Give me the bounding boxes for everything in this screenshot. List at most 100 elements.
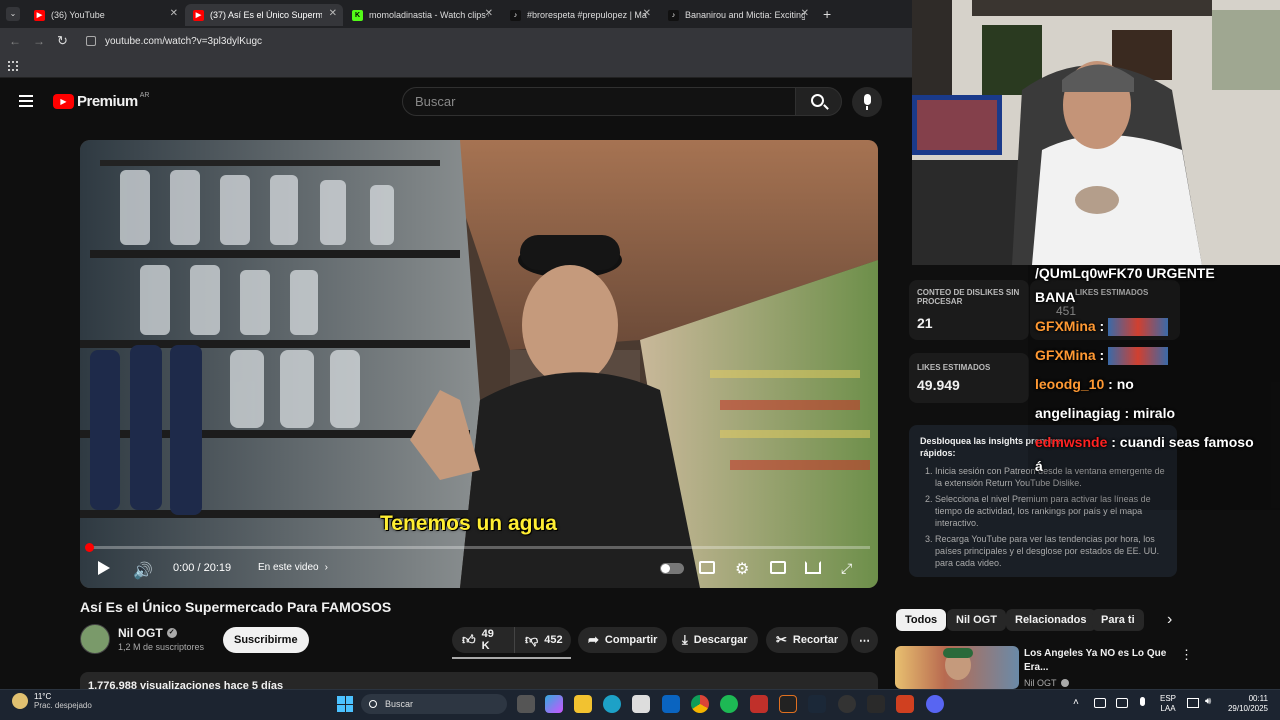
outlook-icon[interactable] [662,695,680,713]
weather-desc: Prac. despejado [34,701,92,710]
more-vertical-icon[interactable]: ⋮ [1180,647,1193,663]
menu-icon[interactable] [19,95,33,107]
app-icon[interactable] [779,695,797,713]
back-icon[interactable]: ← [9,34,21,48]
subtitles-icon[interactable] [699,561,715,574]
download-icon: ⤓ [682,632,688,647]
fullscreen-icon[interactable]: ⤢ [841,560,852,577]
recommended-thumbnail[interactable] [895,646,1019,689]
chat-username: edmwsnde [1035,434,1108,450]
new-tab-button[interactable]: + [823,6,831,22]
chip-for-you[interactable]: Para ti [1092,609,1144,631]
chevron-right-icon[interactable]: › [1167,611,1172,629]
spotify-icon[interactable] [720,695,738,713]
chrome-icon[interactable] [691,695,709,713]
close-tab-icon[interactable]: ✕ [170,8,178,19]
youtube-logo[interactable]: ▶ Premium AR [53,92,149,110]
chat-text: : miralo [1120,405,1176,421]
tray-icon[interactable] [1094,698,1106,708]
dislike-button[interactable]: 👎︎ 452 [514,627,571,653]
copilot-icon[interactable] [545,695,563,713]
volume-icon[interactable]: 🔊 [133,561,153,581]
windows-start-icon[interactable] [337,696,353,712]
like-button[interactable]: 👍︎ 49 K [452,627,514,653]
voice-search-button[interactable] [852,87,882,117]
app-icon[interactable] [838,695,856,713]
channel-name[interactable]: Nil OGT ✓ [118,626,177,640]
reload-icon[interactable]: ↻ [57,33,68,49]
thumbs-down-icon: 👎︎ [525,632,539,647]
share-button[interactable]: ➦ Compartir [578,627,668,653]
chip-related[interactable]: Relacionados [1006,609,1096,631]
recommended-title[interactable]: Los Angeles Ya NO es Lo Que Era... [1024,647,1174,675]
browser-tab[interactable]: ▶ (36) YouTube ✕ [26,4,184,26]
chat-emote [1108,318,1169,337]
clip-label: Recortar [792,634,839,646]
cast-icon[interactable] [805,561,821,574]
miniplayer-icon[interactable] [770,561,786,574]
video-player[interactable]: Tenemos un agua 🔊 0:00 / 20:19 En este v… [80,140,878,588]
weather-widget[interactable]: 11°C Prac. despejado [12,692,92,710]
estimated-likes-card: LIKES ESTIMADOS 49.949 [909,353,1029,403]
time-display: 0:00 / 20:19 [173,562,232,574]
microphone-icon[interactable] [1140,697,1145,706]
progress-scrubber[interactable] [85,543,94,552]
chip-channel[interactable]: Nil OGT [947,609,1006,631]
download-button[interactable]: ⤓ Descargar [672,627,758,653]
chapter-button[interactable]: En este video › [258,562,328,573]
chat-text: /QUmLq0wFK70 URGENTE [1035,265,1215,281]
apps-grid-icon[interactable] [8,61,18,71]
channel-avatar[interactable] [80,624,110,654]
app-icon[interactable] [750,695,768,713]
network-icon[interactable] [1187,698,1199,708]
chat-message: edmwsnde : cuandi seas famoso [1035,434,1254,450]
steam-icon[interactable] [808,695,826,713]
play-icon[interactable] [98,561,110,575]
clock[interactable]: 00:11 29/10/2025 [1222,694,1268,714]
volume-icon[interactable]: 🔊︎ [1205,696,1211,707]
download-label: Descargar [693,634,748,646]
progress-bar[interactable] [85,543,870,552]
language-indicator[interactable]: ESP LAA [1160,694,1176,714]
search-button[interactable] [795,87,842,116]
search-input[interactable]: Buscar [402,87,796,116]
autoplay-toggle[interactable] [660,563,684,574]
chat-message: /QUmLq0wFK70 URGENTE [1035,265,1215,281]
clip-button[interactable]: ✂ Recortar [766,627,849,653]
taskbar-search[interactable]: Buscar [361,694,507,714]
task-view-icon[interactable] [517,695,535,713]
url-field[interactable]: youtube.com/watch?v=3pl3dylKugc [105,36,262,47]
browser-tab[interactable]: K momoladinastia - Watch clips o ✕ [344,4,499,26]
more-actions-button[interactable]: ⋯ [851,627,878,653]
edge-icon[interactable] [603,695,621,713]
file-explorer-icon[interactable] [574,695,592,713]
subscribe-button[interactable]: Suscribirme [223,627,309,653]
chip-todos[interactable]: Todos [896,609,947,631]
chevron-up-icon[interactable]: ˄ [1073,697,1079,708]
browser-tab[interactable]: ♪ #brorespeta #prepulopez | Mar ✕ [502,4,657,26]
tab-list-chevron-icon[interactable]: ⌄ [6,7,20,21]
close-tab-icon[interactable]: ✕ [485,8,493,19]
forward-icon[interactable]: → [33,34,45,48]
scissors-icon: ✂ [776,632,787,647]
discord-icon[interactable] [926,695,944,713]
browser-tab-active[interactable]: ▶ (37) Así Es el Único Supermercado ✕ [185,4,343,26]
close-tab-icon[interactable]: ✕ [329,8,337,19]
chat-message: á [1035,458,1043,474]
share-icon: ➦ [588,632,599,647]
logo-text: Premium [77,93,138,110]
chat-username: GFXMina [1035,347,1096,363]
tray-icon[interactable] [1116,698,1128,708]
store-icon[interactable] [632,695,650,713]
video-subtitle: Tenemos un agua [380,512,557,535]
epic-games-icon[interactable] [867,695,885,713]
close-tab-icon[interactable]: ✕ [801,8,809,19]
tab-label: (37) Así Es el Único Supermercado [210,10,322,20]
taskbar-search-label: Buscar [385,699,414,709]
keyboard-layout: LAA [1160,704,1176,713]
browser-tab[interactable]: ♪ Bananirou and Mictia: Exciting ✕ [660,4,815,26]
app-icon[interactable] [896,695,914,713]
close-tab-icon[interactable]: ✕ [643,8,651,19]
settings-gear-icon[interactable]: ⚙ [735,559,749,579]
site-info-icon[interactable] [86,36,96,46]
